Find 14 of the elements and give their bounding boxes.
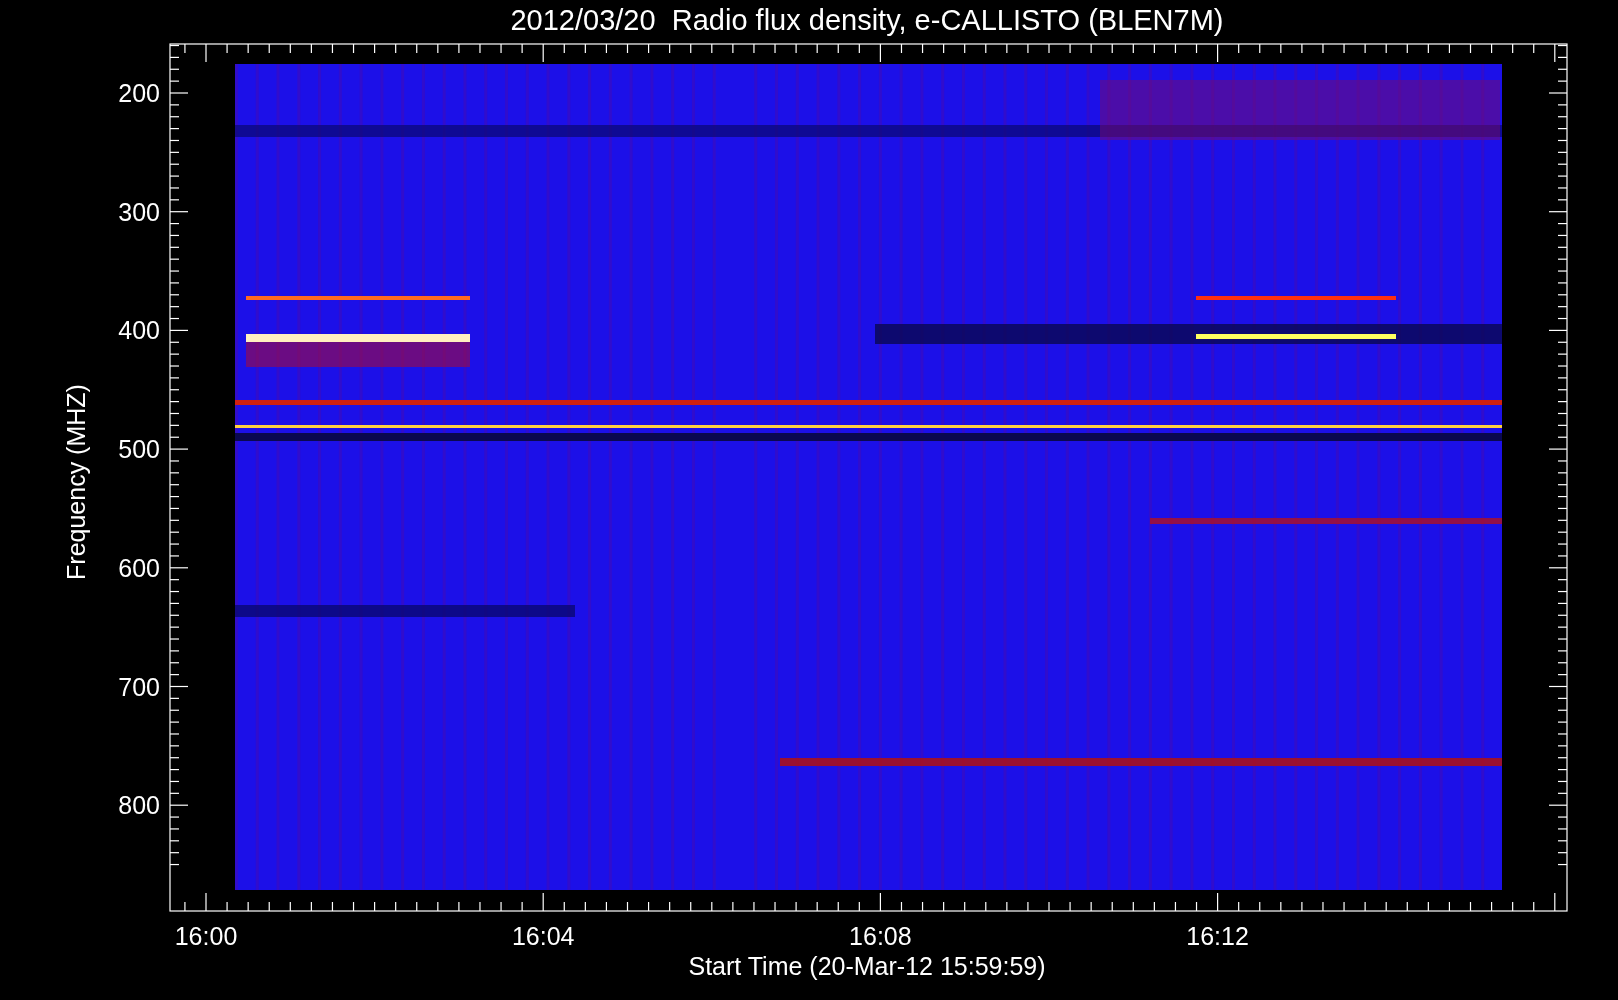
x-tick-label: 16:04 bbox=[511, 922, 575, 950]
x-tick-label: 16:12 bbox=[1186, 922, 1249, 950]
y-tick-label: 800 bbox=[118, 791, 160, 820]
y-tick-label: 200 bbox=[118, 79, 160, 107]
y-tick-label: 500 bbox=[118, 435, 160, 464]
plot-title: 2012/03/20 Radio flux density, e-CALLISTO (BLEN7M) bbox=[510, 4, 1224, 36]
y-tick-label: 600 bbox=[118, 553, 160, 582]
y-tick-label: 700 bbox=[118, 672, 160, 701]
x-tick-label: 16:00 bbox=[174, 922, 238, 950]
y-axis-label: Frequency (MHZ) bbox=[62, 384, 90, 580]
y-tick-label: 300 bbox=[118, 197, 160, 226]
y-tick-label: 400 bbox=[118, 316, 160, 345]
x-axis-label: Start Time (20-Mar-12 15:59:59) bbox=[688, 952, 1046, 980]
x-tick-label: 16:08 bbox=[849, 922, 912, 950]
